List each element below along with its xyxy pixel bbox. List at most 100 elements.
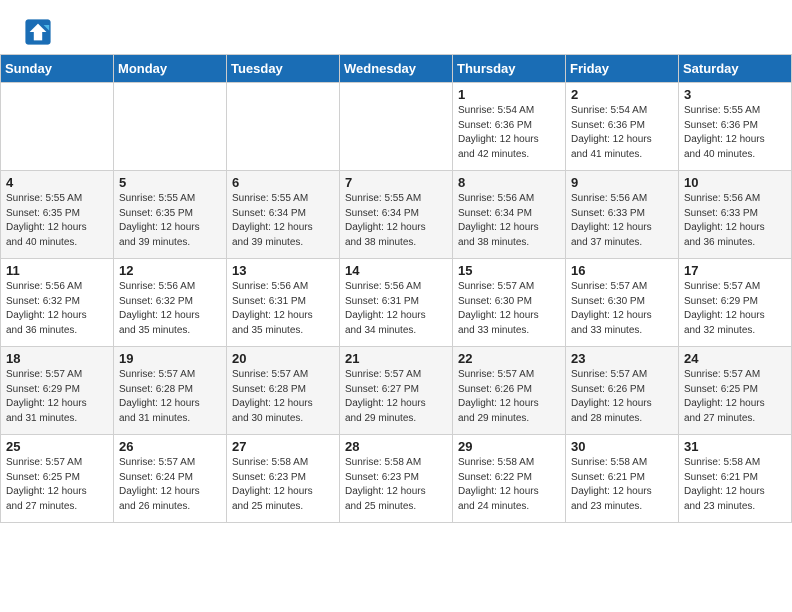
day-cell: 9Sunrise: 5:56 AM Sunset: 6:33 PM Daylig… <box>566 171 679 259</box>
day-info: Sunrise: 5:57 AM Sunset: 6:25 PM Dayligh… <box>6 456 108 514</box>
day-cell: 6 Sunrise: 5:55 AM Sunset: 6:34 PM Daylig… <box>227 171 340 259</box>
day-number: 14 <box>345 263 447 278</box>
day-number: 20 <box>232 351 334 366</box>
day-number: 10 <box>684 175 786 190</box>
day-number: 1 <box>458 87 560 102</box>
day-cell: 10 Sunrise: 5:56 AM Sunset: 6:33 PM Dayli… <box>679 171 792 259</box>
day-number: 28 <box>345 439 447 454</box>
day-number: 29 <box>458 439 560 454</box>
day-info: Sunrise: 5:57 AM Sunset: 6:27 PM Dayligh… <box>345 368 447 426</box>
day-cell: 2 Sunrise: 5:54 AM Sunset: 6:36 PM Daylig… <box>566 83 679 171</box>
day-number: 22 <box>458 351 560 366</box>
day-info: Sunrise: 5:55 AM Sunset: 6:36 PM Dayligh… <box>684 104 786 162</box>
day-cell: 1 Sunrise: 5:54 AM Sunset: 6:36 PM Daylig… <box>453 83 566 171</box>
day-number: 15 <box>458 263 560 278</box>
day-number: 31 <box>684 439 786 454</box>
day-cell: 14 Sunrise: 5:56 AM Sunset: 6:31 PM Dayli… <box>340 259 453 347</box>
day-info: Sunrise: 5:58 AM Sunset: 6:22 PM Dayligh… <box>458 456 560 514</box>
day-number: 30 <box>571 439 673 454</box>
day-info: Sunrise: 5:56 AM Sunset: 6:31 PM Dayligh… <box>232 280 334 338</box>
day-info: Sunrise: 5:54 AM Sunset: 6:36 PM Dayligh… <box>571 104 673 162</box>
day-info: Sunrise: 5:57 AM Sunset: 6:30 PM Dayligh… <box>571 280 673 338</box>
day-cell: 29 Sunrise: 5:58 AM Sunset: 6:22 PM Dayli… <box>453 435 566 523</box>
logo <box>24 18 56 46</box>
day-info: Sunrise: 5:58 AM Sunset: 6:21 PM Dayligh… <box>571 456 673 514</box>
day-cell: 28 Sunrise: 5:58 AM Sunset: 6:23 PM Dayli… <box>340 435 453 523</box>
day-number: 11 <box>6 263 108 278</box>
logo-icon <box>24 18 52 46</box>
day-number: 24 <box>684 351 786 366</box>
day-cell <box>1 83 114 171</box>
day-cell: 22 Sunrise: 5:57 AM Sunset: 6:26 PM Dayli… <box>453 347 566 435</box>
day-info: Sunrise: 5:57 AM Sunset: 6:24 PM Dayligh… <box>119 456 221 514</box>
day-cell: 30 Sunrise: 5:58 AM Sunset: 6:21 PM Dayli… <box>566 435 679 523</box>
weekday-header-friday: Friday <box>566 55 679 83</box>
calendar-table: SundayMondayTuesdayWednesdayThursdayFrid… <box>0 54 792 523</box>
weekday-header-saturday: Saturday <box>679 55 792 83</box>
day-info: Sunrise: 5:57 AM Sunset: 6:26 PM Dayligh… <box>458 368 560 426</box>
day-number: 16 <box>571 263 673 278</box>
day-cell: 19Sunrise: 5:57 AM Sunset: 6:28 PM Dayli… <box>114 347 227 435</box>
week-row-4: 25Sunrise: 5:57 AM Sunset: 6:25 PM Dayli… <box>1 435 792 523</box>
day-cell: 16 Sunrise: 5:57 AM Sunset: 6:30 PM Dayli… <box>566 259 679 347</box>
day-cell: 31 Sunrise: 5:58 AM Sunset: 6:21 PM Dayli… <box>679 435 792 523</box>
day-cell: 12Sunrise: 5:56 AM Sunset: 6:32 PM Dayli… <box>114 259 227 347</box>
day-info: Sunrise: 5:56 AM Sunset: 6:34 PM Dayligh… <box>458 192 560 250</box>
day-info: Sunrise: 5:54 AM Sunset: 6:36 PM Dayligh… <box>458 104 560 162</box>
page-header <box>0 0 792 54</box>
day-number: 26 <box>119 439 221 454</box>
day-cell: 21Sunrise: 5:57 AM Sunset: 6:27 PM Dayli… <box>340 347 453 435</box>
day-cell: 8 Sunrise: 5:56 AM Sunset: 6:34 PM Daylig… <box>453 171 566 259</box>
day-number: 13 <box>232 263 334 278</box>
day-info: Sunrise: 5:57 AM Sunset: 6:26 PM Dayligh… <box>571 368 673 426</box>
weekday-header-tuesday: Tuesday <box>227 55 340 83</box>
calendar-wrapper: SundayMondayTuesdayWednesdayThursdayFrid… <box>0 54 792 523</box>
day-cell: 17Sunrise: 5:57 AM Sunset: 6:29 PM Dayli… <box>679 259 792 347</box>
day-cell: 7Sunrise: 5:55 AM Sunset: 6:34 PM Daylig… <box>340 171 453 259</box>
day-info: Sunrise: 5:57 AM Sunset: 6:29 PM Dayligh… <box>6 368 108 426</box>
day-cell: 15 Sunrise: 5:57 AM Sunset: 6:30 PM Dayli… <box>453 259 566 347</box>
day-number: 23 <box>571 351 673 366</box>
day-info: Sunrise: 5:58 AM Sunset: 6:23 PM Dayligh… <box>232 456 334 514</box>
day-info: Sunrise: 5:56 AM Sunset: 6:32 PM Dayligh… <box>6 280 108 338</box>
day-number: 18 <box>6 351 108 366</box>
weekday-header-monday: Monday <box>114 55 227 83</box>
day-info: Sunrise: 5:57 AM Sunset: 6:30 PM Dayligh… <box>458 280 560 338</box>
weekday-header-thursday: Thursday <box>453 55 566 83</box>
day-number: 2 <box>571 87 673 102</box>
day-number: 8 <box>458 175 560 190</box>
day-info: Sunrise: 5:58 AM Sunset: 6:21 PM Dayligh… <box>684 456 786 514</box>
weekday-header-wednesday: Wednesday <box>340 55 453 83</box>
day-info: Sunrise: 5:55 AM Sunset: 6:35 PM Dayligh… <box>6 192 108 250</box>
day-number: 7 <box>345 175 447 190</box>
day-info: Sunrise: 5:57 AM Sunset: 6:25 PM Dayligh… <box>684 368 786 426</box>
day-number: 4 <box>6 175 108 190</box>
day-cell: 20 Sunrise: 5:57 AM Sunset: 6:28 PM Dayli… <box>227 347 340 435</box>
week-row-2: 11 Sunrise: 5:56 AM Sunset: 6:32 PM Dayli… <box>1 259 792 347</box>
week-row-1: 4 Sunrise: 5:55 AM Sunset: 6:35 PM Daylig… <box>1 171 792 259</box>
day-cell <box>227 83 340 171</box>
day-info: Sunrise: 5:55 AM Sunset: 6:34 PM Dayligh… <box>232 192 334 250</box>
day-cell: 27Sunrise: 5:58 AM Sunset: 6:23 PM Dayli… <box>227 435 340 523</box>
weekday-header-row: SundayMondayTuesdayWednesdayThursdayFrid… <box>1 55 792 83</box>
day-cell <box>114 83 227 171</box>
day-number: 12 <box>119 263 221 278</box>
day-info: Sunrise: 5:58 AM Sunset: 6:23 PM Dayligh… <box>345 456 447 514</box>
day-cell: 23 Sunrise: 5:57 AM Sunset: 6:26 PM Dayli… <box>566 347 679 435</box>
day-cell: 3 Sunrise: 5:55 AM Sunset: 6:36 PM Daylig… <box>679 83 792 171</box>
day-cell <box>340 83 453 171</box>
day-cell: 18 Sunrise: 5:57 AM Sunset: 6:29 PM Dayli… <box>1 347 114 435</box>
day-info: Sunrise: 5:57 AM Sunset: 6:28 PM Dayligh… <box>232 368 334 426</box>
day-cell: 26 Sunrise: 5:57 AM Sunset: 6:24 PM Dayli… <box>114 435 227 523</box>
day-info: Sunrise: 5:57 AM Sunset: 6:29 PM Dayligh… <box>684 280 786 338</box>
day-number: 6 <box>232 175 334 190</box>
day-info: Sunrise: 5:56 AM Sunset: 6:33 PM Dayligh… <box>684 192 786 250</box>
day-number: 3 <box>684 87 786 102</box>
day-cell: 13 Sunrise: 5:56 AM Sunset: 6:31 PM Dayli… <box>227 259 340 347</box>
day-number: 19 <box>119 351 221 366</box>
day-number: 5 <box>119 175 221 190</box>
day-info: Sunrise: 5:56 AM Sunset: 6:31 PM Dayligh… <box>345 280 447 338</box>
week-row-3: 18 Sunrise: 5:57 AM Sunset: 6:29 PM Dayli… <box>1 347 792 435</box>
day-cell: 11 Sunrise: 5:56 AM Sunset: 6:32 PM Dayli… <box>1 259 114 347</box>
day-cell: 25Sunrise: 5:57 AM Sunset: 6:25 PM Dayli… <box>1 435 114 523</box>
